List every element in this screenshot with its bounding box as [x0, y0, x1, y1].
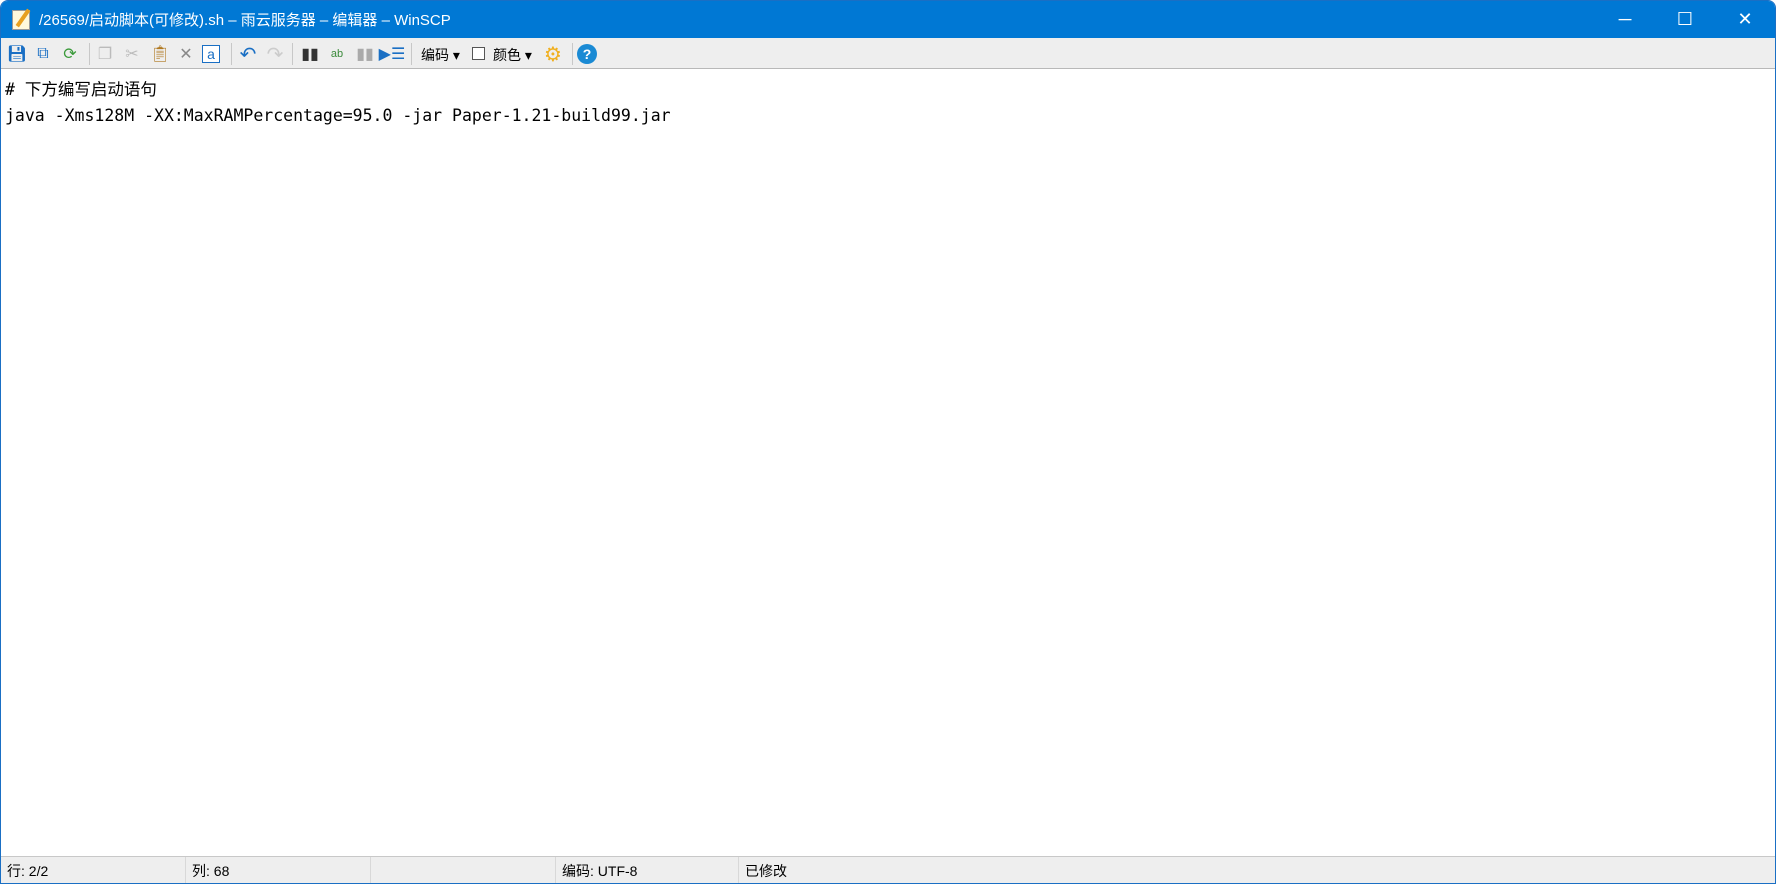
maximize-button[interactable]: ☐ [1655, 1, 1715, 38]
gear-icon[interactable]: ⚙ [542, 43, 564, 66]
editor-window: /26569/启动脚本(可修改).sh – 雨云服务器 – 编辑器 – WinS… [0, 0, 1776, 884]
select-all-icon[interactable]: a [202, 45, 220, 63]
undo-icon[interactable]: ↶ [237, 43, 259, 66]
status-column: 列: 68 [186, 857, 371, 883]
save-icon[interactable]: 💾︎ [6, 43, 28, 65]
delete-icon[interactable]: ✕ [175, 43, 197, 65]
status-empty [371, 857, 556, 883]
reload-icon[interactable]: ⟳ [59, 43, 81, 65]
paste-icon[interactable]: 📋︎ [149, 43, 171, 65]
cut-icon[interactable]: ✂ [121, 43, 143, 65]
encoding-dropdown[interactable]: 编码 ▾ [421, 45, 460, 65]
toolbar: 💾︎ ⧉ ⟳ ❐ ✂ 📋︎ ✕ a ↶ ↷ ▮▮ ab ▮▮ ▶☰ 编码 ▾ 颜… [1, 38, 1775, 69]
editor-line: java -Xms128M -XX:MaxRAMPercentage=95.0 … [5, 106, 671, 125]
help-icon[interactable]: ? [577, 44, 597, 64]
close-button[interactable]: ✕ [1715, 1, 1775, 38]
color-dropdown[interactable]: 颜色 ▾ [493, 45, 532, 65]
goto-line-icon[interactable]: ▶☰ [379, 43, 406, 65]
window-title: /26569/启动脚本(可修改).sh – 雨云服务器 – 编辑器 – WinS… [39, 12, 451, 29]
editor-line: # 下方编写启动语句 [5, 80, 157, 99]
copy-icon[interactable]: ❐ [94, 43, 116, 65]
text-editor[interactable]: # 下方编写启动语句 java -Xms128M -XX:MaxRAMPerce… [1, 70, 1775, 856]
status-line: 行: 2/2 [1, 857, 186, 883]
notepad-icon [12, 9, 30, 30]
color-swatch[interactable] [472, 47, 485, 60]
replace-icon[interactable]: ab [326, 43, 348, 65]
status-encoding: 编码: UTF-8 [556, 857, 739, 883]
minimize-button[interactable]: ─ [1595, 1, 1655, 38]
status-modified: 已修改 [745, 863, 787, 879]
find-icon[interactable]: ▮▮ [299, 43, 321, 65]
title-bar: /26569/启动脚本(可修改).sh – 雨云服务器 – 编辑器 – WinS… [1, 1, 1775, 38]
encoding-label: 编码 [421, 47, 449, 63]
save-all-icon[interactable]: ⧉ [32, 43, 54, 65]
color-label: 颜色 [493, 47, 521, 63]
find-next-icon[interactable]: ▮▮ [354, 43, 376, 65]
redo-icon[interactable]: ↷ [264, 43, 286, 66]
status-bar: 行: 2/2 列: 68 编码: UTF-8 已修改 [1, 856, 1775, 883]
